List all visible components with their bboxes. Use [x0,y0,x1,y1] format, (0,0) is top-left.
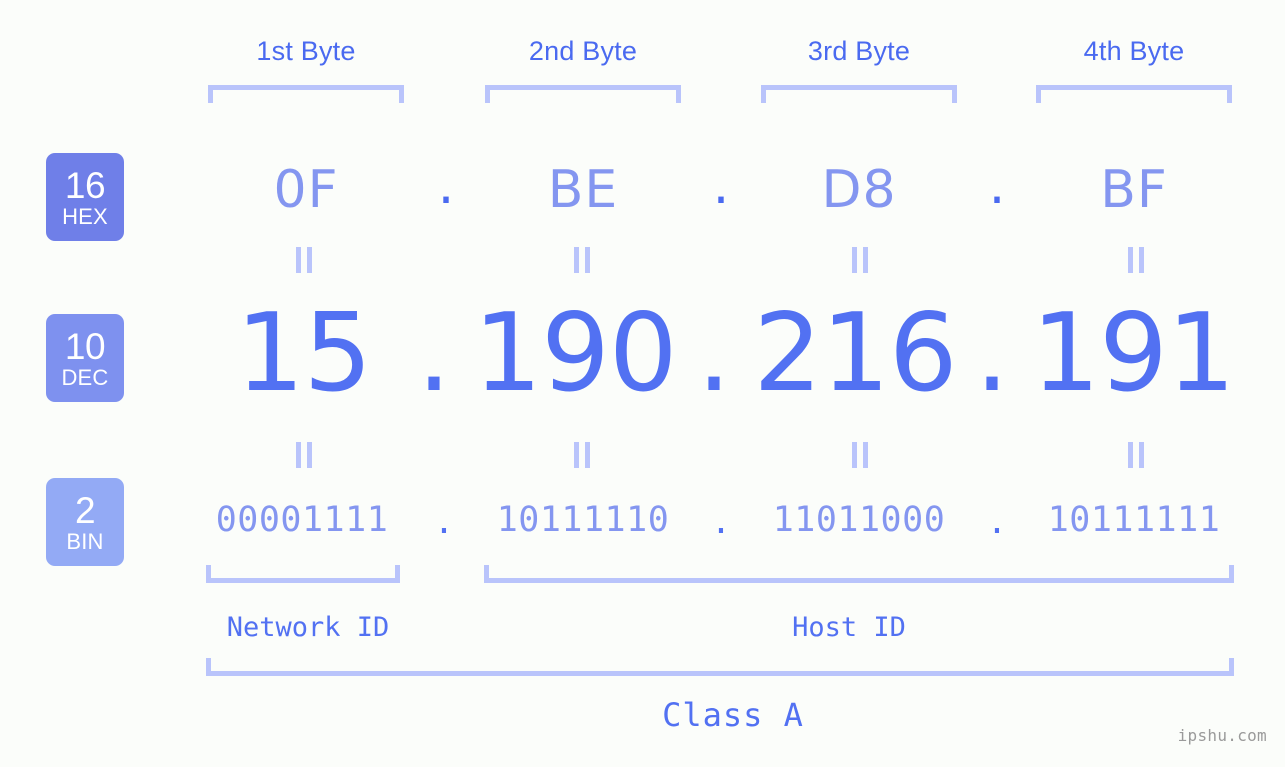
network-id-bracket [206,565,400,583]
equals-mark-dec-bin-2 [572,442,592,468]
class-bracket [206,658,1234,676]
dec-dot-1: . [416,291,452,416]
hex-byte-4: BF [1100,160,1168,220]
base-badge-dec-number: 10 [64,325,106,367]
base-badge-hex-name: HEX [62,203,108,229]
hex-byte-1: 0F [273,160,339,220]
dec-byte-2: 190 [473,291,677,416]
dec-byte-1: 15 [235,291,372,416]
equals-mark-hex-dec-4 [1126,247,1146,273]
hex-byte-3: D8 [821,160,897,220]
base-badge-hex-number: 16 [64,164,106,206]
bin-dot-1: . [437,497,451,543]
byte-header-3: 3rd Byte [807,36,911,66]
ip-breakdown-diagram: 1st Byte 2nd Byte 3rd Byte 4th Byte 16 H… [0,0,1285,767]
bin-byte-3: 11011000 [772,500,946,540]
dec-dot-3: . [974,291,1010,416]
equals-mark-hex-dec-1 [294,247,314,273]
host-id-bracket [484,565,1234,583]
network-id-label: Network ID [226,612,390,643]
host-id-label: Host ID [792,612,906,643]
base-badge-bin: 2 BIN [46,478,124,566]
equals-mark-dec-bin-4 [1126,442,1146,468]
byte-bracket-3 [761,85,957,103]
dec-byte-4: 191 [1031,291,1235,416]
base-badge-hex: 16 HEX [46,153,124,241]
hex-byte-2: BE [547,160,619,220]
bin-byte-2: 10111110 [496,500,670,540]
byte-header-2: 2nd Byte [528,36,638,66]
bin-dot-3: . [990,497,1004,543]
equals-mark-dec-bin-3 [850,442,870,468]
hex-dot-1: . [437,156,455,216]
byte-bracket-4 [1036,85,1232,103]
base-badge-bin-number: 2 [74,489,96,531]
byte-bracket-2 [485,85,681,103]
byte-header-1: 1st Byte [256,36,356,66]
equals-mark-hex-dec-2 [572,247,592,273]
bin-byte-1: 00001111 [215,500,389,540]
byte-header-4: 4th Byte [1083,36,1185,66]
dec-byte-3: 216 [753,291,957,416]
hex-dot-3: . [988,156,1006,216]
watermark: ipshu.com [1177,726,1267,745]
equals-mark-dec-bin-1 [294,442,314,468]
byte-bracket-1 [208,85,404,103]
hex-dot-2: . [712,156,730,216]
base-badge-bin-name: BIN [66,528,104,554]
base-badge-dec: 10 DEC [46,314,124,402]
bin-byte-4: 10111111 [1047,500,1221,540]
bin-dot-2: . [714,497,728,543]
equals-mark-hex-dec-3 [850,247,870,273]
base-badge-dec-name: DEC [61,364,109,390]
dec-dot-2: . [696,291,732,416]
class-label: Class A [662,696,804,734]
